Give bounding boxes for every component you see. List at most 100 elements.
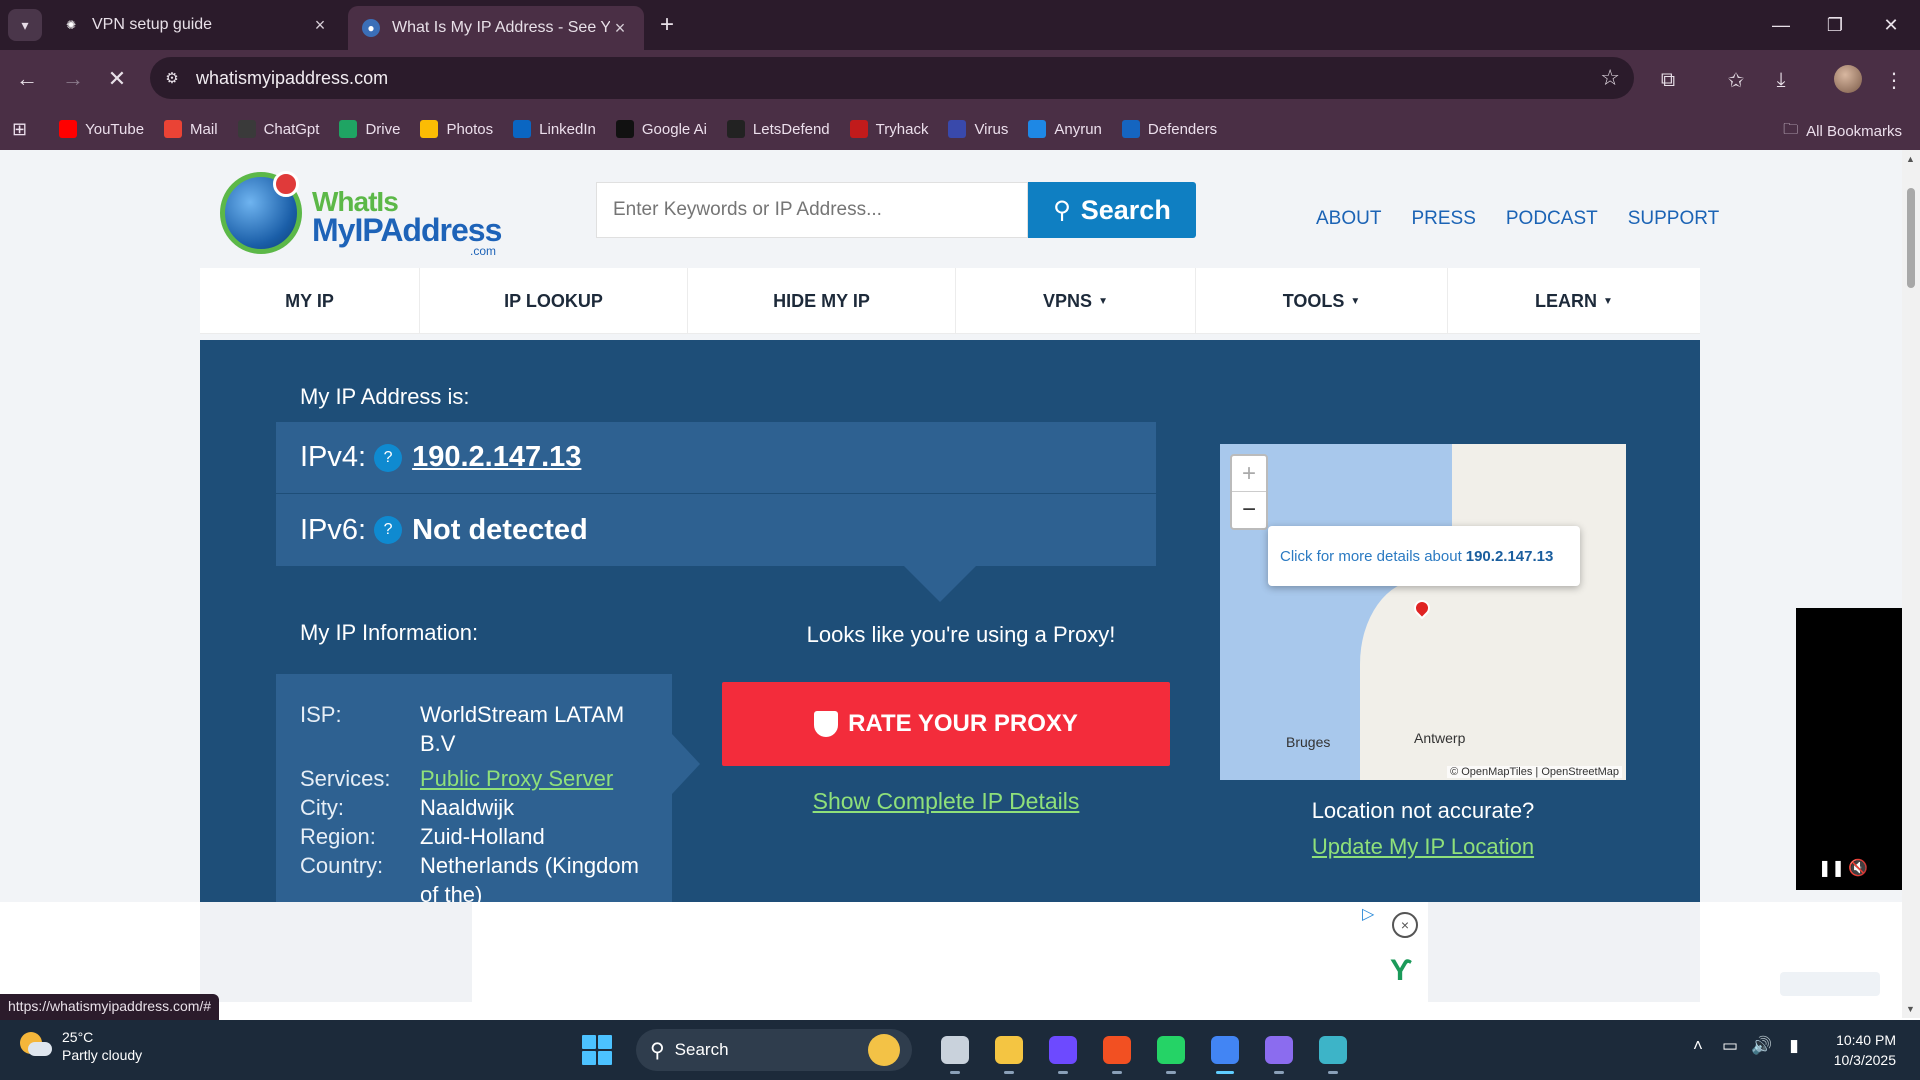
zoom-out-button[interactable]: − [1232,492,1266,528]
close-ad-button[interactable]: × [1392,912,1418,938]
site-logo[interactable]: WhatIs MyIPAddress .com [220,171,502,262]
nav-learn[interactable]: LEARN ▼ [1448,268,1700,334]
site-search: ⚲ Search [596,182,1196,238]
bookmark-mail[interactable]: Mail [164,120,218,138]
running-indicator [1328,1071,1338,1074]
ip-address-box: IPv4: ? 190.2.147.13 IPv6: ? Not detecte… [276,422,1156,566]
bookmark-defenders[interactable]: Defenders [1121,120,1217,138]
map-city-label: Antwerp [1414,730,1466,746]
pause-icon[interactable]: ❚❚ [1818,858,1845,878]
arrow-left-icon: ← [16,66,38,91]
microsoft-store-app[interactable] [1095,1028,1139,1074]
minimize-button[interactable]: — [1752,0,1810,50]
nav-ip-lookup[interactable]: IP LOOKUP [420,268,688,334]
ip-heading: My IP Address is: [300,384,470,409]
running-indicator [1112,1071,1122,1074]
scrollbar-thumb[interactable] [1907,188,1915,288]
bookmark-letsdefend[interactable]: LetsDefend [726,120,830,138]
tab-search-button[interactable]: ▾ [8,9,42,41]
back-button[interactable]: ← [12,64,42,94]
tab-vpn-setup-guide[interactable]: ✺ VPN setup guide × [48,6,344,44]
extensions-icon[interactable]: ⧉ [1654,66,1682,94]
nav-hide-my-ip[interactable]: HIDE MY IP [688,268,956,334]
bookmark-star-icon[interactable]: ☆ [1600,65,1620,91]
bookmark-youtube[interactable]: YouTube [59,120,144,138]
bookmark-tryhack[interactable]: Tryhack [849,120,928,138]
weather-widget[interactable]: 25°C Partly cloudy [20,1028,142,1064]
info-key: Services: [300,766,391,791]
bookmark-anyrun[interactable]: Anyrun [1028,120,1102,138]
taskbar-search[interactable]: ⚲ Search [636,1029,912,1071]
bookmark-google-ai[interactable]: Google Ai [615,120,707,138]
floating-video-ad[interactable]: ❚❚ 🔇 [1796,608,1902,890]
help-icon[interactable]: ? [374,516,403,544]
file-explorer-app[interactable] [987,1028,1031,1074]
obsidian-app[interactable] [1257,1028,1301,1074]
services-link[interactable]: Public Proxy Server [420,764,660,793]
ipv4-value[interactable]: 190.2.147.13 [412,441,581,474]
address-bar[interactable]: ⚙ whatismyipaddress.com ☆ [150,57,1634,99]
press-link[interactable]: PRESS [1411,208,1475,230]
task-view-app[interactable] [933,1028,977,1074]
close-icon[interactable]: × [610,18,630,39]
bookmark-virus[interactable]: Virus [948,120,1008,138]
adchoices-icon[interactable]: ▷ [1362,904,1374,924]
bookmark-chatgpt[interactable]: ChatGpt [237,120,320,138]
chevron-up-icon[interactable]: ˄ [1684,1034,1712,1058]
whatsapp-app[interactable] [1149,1028,1193,1074]
forward-button[interactable]: → [58,64,88,94]
ipv4-label: IPv4: [300,441,367,473]
bookmark-label: ChatGpt [263,120,320,138]
stop-loading-button[interactable]: ✕ [102,64,132,94]
site-info-icon[interactable]: ⚙ [158,64,186,92]
close-icon[interactable]: × [310,15,330,36]
support-link[interactable]: SUPPORT [1628,208,1720,230]
chrome-app[interactable] [1203,1028,1247,1074]
zoom-in-button[interactable]: + [1232,456,1266,492]
search-input[interactable] [596,182,1028,238]
bookmark-linkedin[interactable]: LinkedIn [513,120,596,138]
globe-icon: ● [362,19,380,37]
close-window-button[interactable]: ✕ [1862,0,1920,50]
volume-icon[interactable]: 🔊 [1748,1034,1776,1058]
bookmark-drive[interactable]: Drive [339,120,400,138]
scroll-up-icon[interactable]: ▲ [1906,154,1916,164]
battery-icon[interactable]: ▮ [1780,1034,1808,1058]
about-link[interactable]: ABOUT [1316,208,1381,230]
browser-toolbar: ← → ✕ ⚙ whatismyipaddress.com ☆ ⧉ ✩ ⤓ ⋮ [0,50,1920,108]
vpn-app-app[interactable] [1311,1028,1355,1074]
location-map[interactable]: + − Click for more details about 190.2.1… [1220,444,1626,780]
map-popup[interactable]: Click for more details about 190.2.147.1… [1268,526,1580,586]
more-menu-icon[interactable]: ⋮ [1880,66,1908,94]
windows-start-icon[interactable] [582,1035,612,1065]
update-ip-location-link[interactable]: Update My IP Location [1220,834,1626,860]
profile-avatar[interactable] [1834,65,1862,93]
search-button[interactable]: ⚲ Search [1028,182,1196,238]
running-indicator [1004,1071,1014,1074]
map-attribution[interactable]: © OpenMapTiles | OpenStreetMap [1447,766,1622,778]
page-scrollbar[interactable]: ▲ ▼ [1902,150,1920,1018]
all-bookmarks-button[interactable]: 🗀 All Bookmarks [1783,119,1902,144]
nav-vpns[interactable]: VPNS ▼ [956,268,1196,334]
scroll-down-icon[interactable]: ▼ [1906,1004,1916,1014]
tab-what-is-my-ip[interactable]: ● What Is My IP Address - See Yo × [348,6,644,50]
mute-icon[interactable]: 🔇 [1848,858,1868,878]
web-page: WhatIs MyIPAddress .com ⚲ Search ABOUT P… [0,150,1902,1018]
bookmarks-manager-icon[interactable]: ✩ [1722,66,1750,94]
nav-my-ip[interactable]: MY IP [200,268,420,334]
download-icon[interactable]: ⤓ [1767,66,1795,94]
network-icon[interactable]: ▭ [1716,1034,1744,1058]
bookmark-label: Virus [974,120,1009,138]
new-tab-button[interactable]: + [652,10,682,40]
apps-grid-icon[interactable]: ⊞ [12,119,27,140]
info-key: City: [300,795,344,820]
system-clock[interactable]: 10:40 PM 10/3/2025 [1824,1030,1896,1070]
nav-tools[interactable]: TOOLS ▼ [1196,268,1448,334]
restore-button[interactable]: ❐ [1806,0,1864,50]
rate-your-proxy-button[interactable]: RATE YOUR PROXY [722,682,1170,766]
help-icon[interactable]: ? [374,443,403,472]
bookmark-photos[interactable]: Photos [420,120,493,138]
proton-app[interactable] [1041,1028,1085,1074]
show-complete-ip-details-link[interactable]: Show Complete IP Details [734,788,1158,815]
podcast-link[interactable]: PODCAST [1506,208,1598,230]
